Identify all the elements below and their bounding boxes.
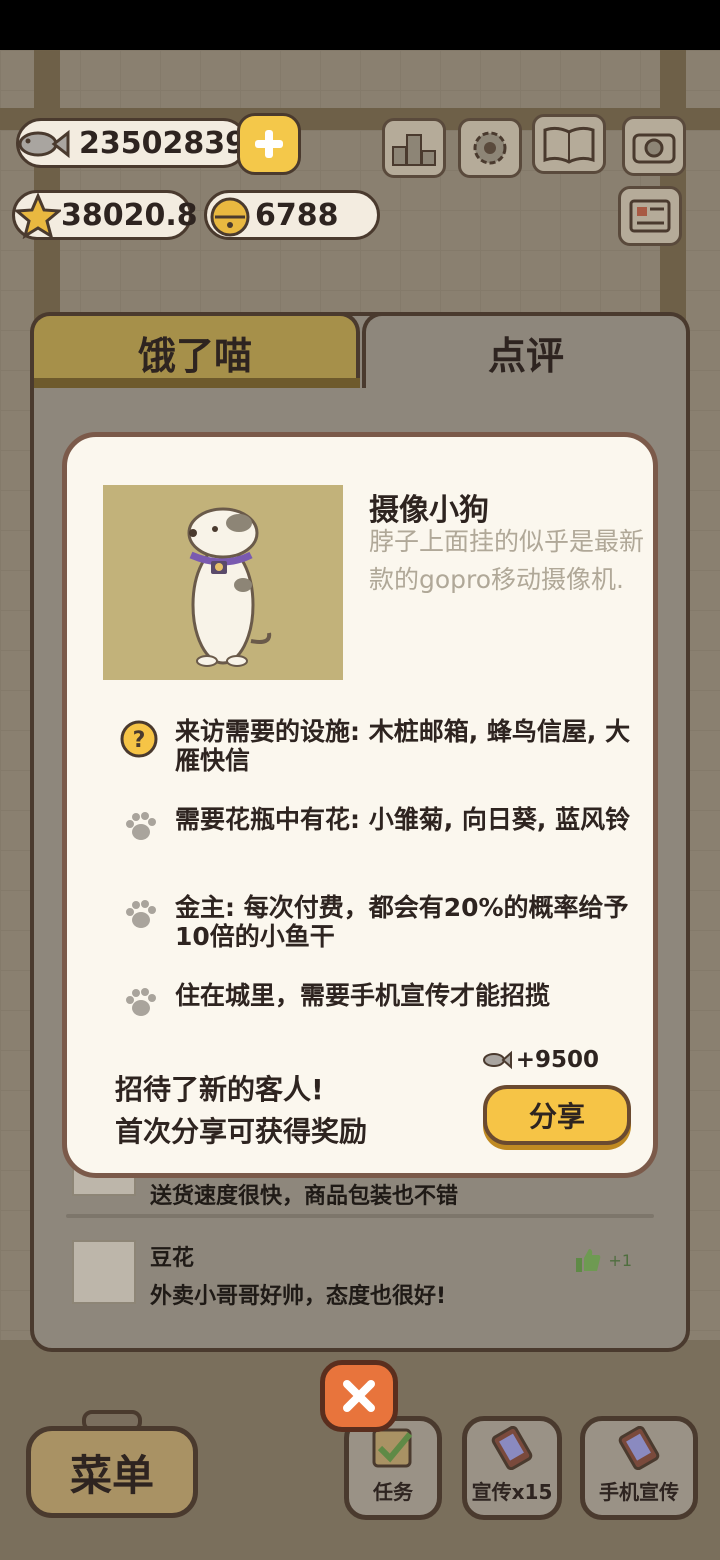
review-item: 豆花 外卖小哥哥好帅，态度也很好! +1: [66, 1240, 654, 1324]
guest-info-modal: 摄像小狗 脖子上面挂的似乎是最新款的gopro移动摄像机. ? 来访需要的设施:…: [62, 432, 658, 1178]
divider: [66, 1214, 654, 1218]
promo-x15-button[interactable]: 宣传x15: [462, 1416, 562, 1520]
reward-amount: +9500: [515, 1047, 599, 1073]
requirement-text: 需要花瓶中有花: 小雏菊, 向日葵, 蓝风铃: [175, 805, 631, 834]
settings-button[interactable]: [458, 118, 522, 178]
requirement-flowers: 需要花瓶中有花: 小雏菊, 向日葵, 蓝风铃: [117, 805, 637, 849]
ranking-button[interactable]: [382, 118, 446, 178]
share-button[interactable]: 分享: [483, 1085, 631, 1145]
fish-counter: 23502839: [16, 118, 248, 168]
guest-portrait: [103, 485, 343, 680]
gear-icon: [473, 131, 507, 165]
star-icon: [9, 187, 67, 245]
tab-review[interactable]: 点评: [362, 312, 690, 388]
requirement-text: 来访需要的设施: 木桩邮箱, 蜂鸟信屋, 大雁快信: [175, 717, 631, 775]
plus-icon: [255, 130, 283, 158]
bell-icon: [201, 187, 259, 245]
tab-underline: [34, 378, 360, 388]
reviewer-name: 豆花: [150, 1246, 195, 1271]
requirement-sponsor: 金主: 每次付费，都会有20%的概率给予10倍的小鱼干: [117, 893, 637, 951]
close-icon: [343, 1380, 375, 1412]
bell-counter: 6788: [204, 190, 380, 240]
notice-board-button[interactable]: [618, 186, 682, 246]
requirement-city: 住在城里，需要手机宣传才能招揽: [117, 981, 637, 1025]
checklist-icon: [372, 1428, 413, 1468]
paw-icon: [117, 805, 161, 849]
fish-icon: [482, 1050, 512, 1070]
requirement-text: 住在城里，需要手机宣传才能招揽: [175, 981, 551, 1010]
add-fish-button[interactable]: [237, 113, 301, 175]
board-icon: [629, 199, 671, 233]
requirement-text: 金主: 每次付费，都会有20%的概率给予10倍的小鱼干: [175, 893, 629, 951]
star-counter: 38020.8: [12, 190, 198, 240]
camera-dog-illustration: [187, 507, 272, 667]
podium-icon: [392, 134, 436, 166]
review-text: 外卖小哥哥好帅，态度也很好!: [150, 1284, 447, 1309]
like-button[interactable]: +1: [574, 1246, 632, 1274]
camera-button[interactable]: [622, 116, 686, 176]
phone-promo-label: 手机宣传: [599, 1480, 679, 1504]
promo-line: 招待了新的客人!: [115, 1073, 324, 1106]
tab-hungry[interactable]: 饿了喵: [30, 312, 360, 388]
catalog-button[interactable]: [532, 114, 606, 174]
promo-x15-label: 宣传x15: [471, 1480, 553, 1504]
thumbs-up-icon: [576, 1249, 601, 1272]
avatar: [72, 1240, 136, 1304]
phone-icon: [618, 1426, 660, 1470]
paw-icon: [117, 893, 161, 937]
fish-icon: [13, 115, 71, 173]
like-count: +1: [608, 1250, 632, 1270]
svg-text:?: ?: [133, 728, 146, 753]
requirement-facilities: ? 来访需要的设施: 木桩邮箱, 蜂鸟信屋, 大雁快信: [117, 717, 637, 775]
share-promo: 招待了新的客人! 首次分享可获得奖励: [115, 1069, 367, 1153]
share-reward: +9500: [482, 1047, 599, 1073]
phone-icon: [491, 1426, 533, 1470]
close-button[interactable]: [320, 1360, 398, 1432]
guest-description: 脖子上面挂的似乎是最新款的gopro移动摄像机.: [369, 527, 645, 594]
promo-line: 首次分享可获得奖励: [115, 1115, 368, 1148]
phone-promo-button[interactable]: 手机宣传: [580, 1416, 698, 1520]
paw-icon: [117, 981, 161, 1025]
menu-button[interactable]: 菜单: [26, 1426, 198, 1518]
camera-icon: [632, 133, 676, 164]
tasks-label: 任务: [373, 1480, 413, 1504]
status-bar: [0, 0, 720, 50]
question-icon: ?: [117, 717, 161, 761]
book-icon: [543, 126, 595, 164]
review-text: 送货速度很快，商品包装也不错: [150, 1184, 459, 1209]
